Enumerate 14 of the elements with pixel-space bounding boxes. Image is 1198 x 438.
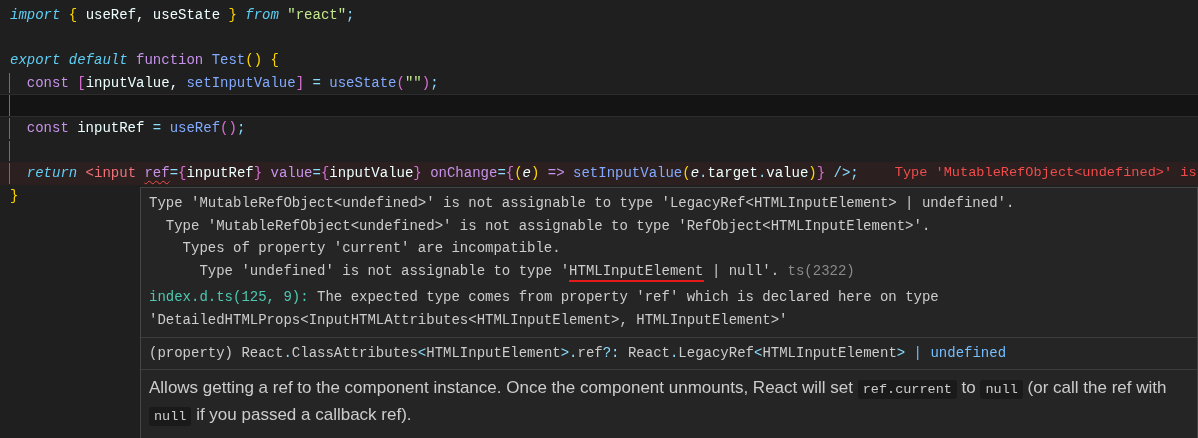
error-message: Type 'MutableRefObject<undefined>' is not assignable to type 'RefObject<HTMLInputElement>'.: [164, 216, 932, 236]
related-info: index.d.ts(125, 9): The expected type comes from property 'ref' which is declared here on type 'DetailedHTMLProps<InputHTMLAttributes<HTMLInputElement>, HTMLInputElement>': [148, 288, 940, 330]
code-line: export default function Test() {: [10, 51, 279, 71]
error-message: Types of property 'current' are incompatible.: [181, 239, 562, 258]
error-message: Type 'undefined' is not assignable to type 'HTMLInputElement | null'. ts(2322): [149, 259, 1189, 282]
code-line: }: [10, 186, 19, 206]
inline-error-message: Type 'MutableRefObject<undefined>' is: [894, 164, 1197, 183]
code-line: return <input ref={inputRef} value={inputValue} onChange={(e) => setInputValue(e.target.value)} />;: [25, 164, 859, 184]
code-line: const [inputValue, setInputValue] = useState("");: [25, 73, 439, 93]
doc-text: Allows getting a ref to the component instance. Once the component unmounts, React will set ref.current to null (or call the ref with null if you passed a callback ref).: [148, 376, 1168, 428]
code-line: import { useRef, useState } from "react";: [10, 6, 355, 25]
error-message: Type 'MutableRefObject<undefined>' is not assignable to type 'LegacyRef<HTMLInputElement> | undefined'.: [149, 194, 1016, 213]
type-signature: (property) React.ClassAttributes<HTMLInputElement>.ref?: React.LegacyRef<HTMLInputElement> | undefined: [148, 344, 1008, 363]
code-line: const inputRef = useRef();: [25, 118, 246, 138]
